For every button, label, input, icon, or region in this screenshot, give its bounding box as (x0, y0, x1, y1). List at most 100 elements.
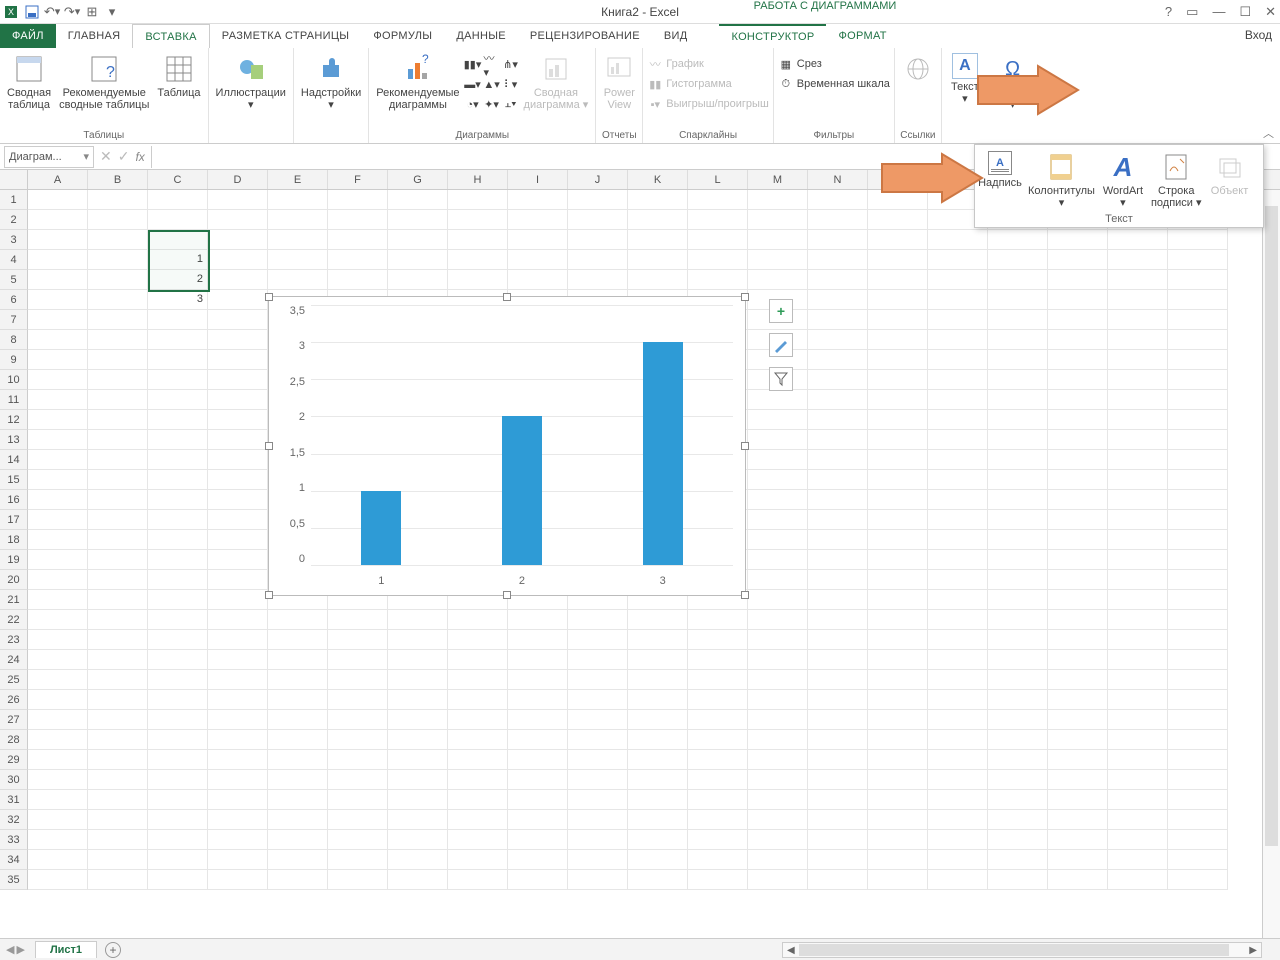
cell[interactable] (928, 510, 988, 530)
cell[interactable] (928, 250, 988, 270)
cell[interactable] (628, 670, 688, 690)
cell[interactable] (208, 350, 268, 370)
touch-mode-icon[interactable]: ⊞ (84, 4, 100, 20)
illustrations-button[interactable]: Иллюстрации▾ (213, 51, 289, 113)
cell[interactable] (568, 230, 628, 250)
cell[interactable]: 3 (148, 290, 208, 310)
cell[interactable] (208, 430, 268, 450)
cell[interactable] (808, 310, 868, 330)
cell[interactable] (448, 690, 508, 710)
cell[interactable] (748, 550, 808, 570)
cell[interactable] (628, 230, 688, 250)
cell[interactable] (928, 350, 988, 370)
cell[interactable] (148, 650, 208, 670)
cell[interactable] (388, 870, 448, 890)
cell[interactable] (808, 690, 868, 710)
cell[interactable] (928, 370, 988, 390)
cell[interactable] (808, 330, 868, 350)
cell[interactable] (268, 670, 328, 690)
cell[interactable] (628, 770, 688, 790)
chart-bar[interactable] (361, 491, 401, 565)
cell[interactable] (868, 450, 928, 470)
cell[interactable] (448, 610, 508, 630)
cell[interactable] (748, 650, 808, 670)
cell[interactable] (688, 750, 748, 770)
cell[interactable] (1168, 510, 1228, 530)
cell[interactable] (148, 730, 208, 750)
cell[interactable] (628, 730, 688, 750)
cell[interactable] (688, 210, 748, 230)
cell[interactable] (748, 630, 808, 650)
cell[interactable] (1108, 850, 1168, 870)
cell[interactable] (448, 270, 508, 290)
cell[interactable] (148, 850, 208, 870)
cell[interactable] (988, 530, 1048, 550)
cell[interactable] (208, 490, 268, 510)
cell[interactable] (868, 490, 928, 510)
cell[interactable] (1048, 850, 1108, 870)
undo-icon[interactable]: ↶▾ (44, 4, 60, 20)
cell[interactable] (148, 370, 208, 390)
cell[interactable] (268, 690, 328, 710)
cell[interactable] (88, 690, 148, 710)
cell[interactable] (868, 650, 928, 670)
cell[interactable] (1168, 850, 1228, 870)
cell[interactable] (448, 210, 508, 230)
cell[interactable] (268, 770, 328, 790)
cell[interactable] (28, 530, 88, 550)
cell[interactable] (148, 330, 208, 350)
cell[interactable] (748, 670, 808, 690)
cell[interactable] (1108, 790, 1168, 810)
cell[interactable] (208, 510, 268, 530)
cell[interactable] (28, 430, 88, 450)
cell[interactable] (388, 730, 448, 750)
cell[interactable] (568, 670, 628, 690)
cell[interactable] (808, 210, 868, 230)
cell[interactable] (88, 550, 148, 570)
cell[interactable] (868, 410, 928, 430)
tab-insert[interactable]: ВСТАВКА (132, 24, 209, 48)
cell[interactable] (208, 710, 268, 730)
cell[interactable] (208, 290, 268, 310)
cell[interactable] (88, 730, 148, 750)
row-header[interactable]: 5 (0, 270, 28, 290)
cell[interactable] (1048, 710, 1108, 730)
cell[interactable] (1048, 550, 1108, 570)
cell[interactable] (928, 810, 988, 830)
cell[interactable] (388, 830, 448, 850)
sheet-nav[interactable]: ◀▶ (0, 943, 31, 956)
cell[interactable] (148, 430, 208, 450)
cell[interactable] (988, 550, 1048, 570)
cell[interactable] (28, 330, 88, 350)
cell[interactable] (1168, 630, 1228, 650)
cell[interactable] (988, 430, 1048, 450)
cell[interactable] (1108, 330, 1168, 350)
cell[interactable] (148, 210, 208, 230)
cell[interactable] (1108, 630, 1168, 650)
cell[interactable] (1108, 770, 1168, 790)
cell[interactable] (868, 670, 928, 690)
cell[interactable] (1108, 450, 1168, 470)
cell[interactable] (328, 730, 388, 750)
cell[interactable] (808, 290, 868, 310)
cell[interactable] (628, 810, 688, 830)
cell[interactable] (928, 830, 988, 850)
cell[interactable] (688, 690, 748, 710)
cell[interactable] (508, 870, 568, 890)
cell[interactable] (568, 270, 628, 290)
row-header[interactable]: 11 (0, 390, 28, 410)
cell[interactable] (748, 750, 808, 770)
cell[interactable] (748, 210, 808, 230)
row-header[interactable]: 22 (0, 610, 28, 630)
cell[interactable] (748, 450, 808, 470)
cell[interactable] (988, 830, 1048, 850)
cell[interactable] (1168, 490, 1228, 510)
cell[interactable] (1168, 270, 1228, 290)
cell[interactable] (688, 610, 748, 630)
cell[interactable] (1168, 710, 1228, 730)
cell[interactable] (1168, 770, 1228, 790)
cell[interactable] (88, 390, 148, 410)
cell[interactable] (808, 590, 868, 610)
cell[interactable] (1168, 790, 1228, 810)
cell[interactable] (868, 330, 928, 350)
